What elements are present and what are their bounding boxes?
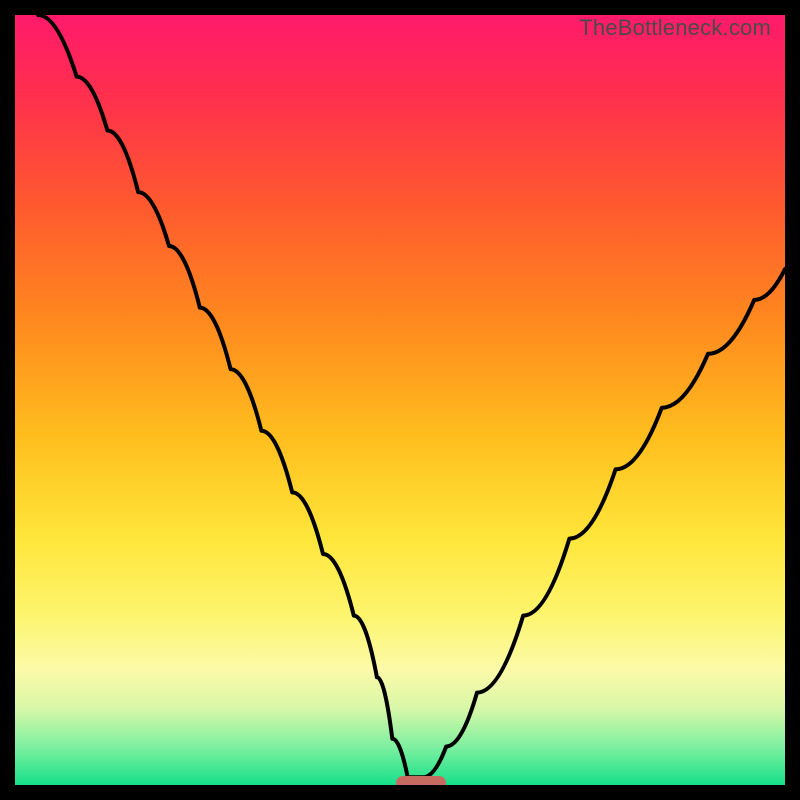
plot-area: TheBottleneck.com [15,15,785,785]
credit-label: TheBottleneck.com [579,15,771,41]
chart-frame: TheBottleneck.com [0,0,800,800]
optimum-marker [396,776,446,785]
bottleneck-curve [15,15,785,785]
